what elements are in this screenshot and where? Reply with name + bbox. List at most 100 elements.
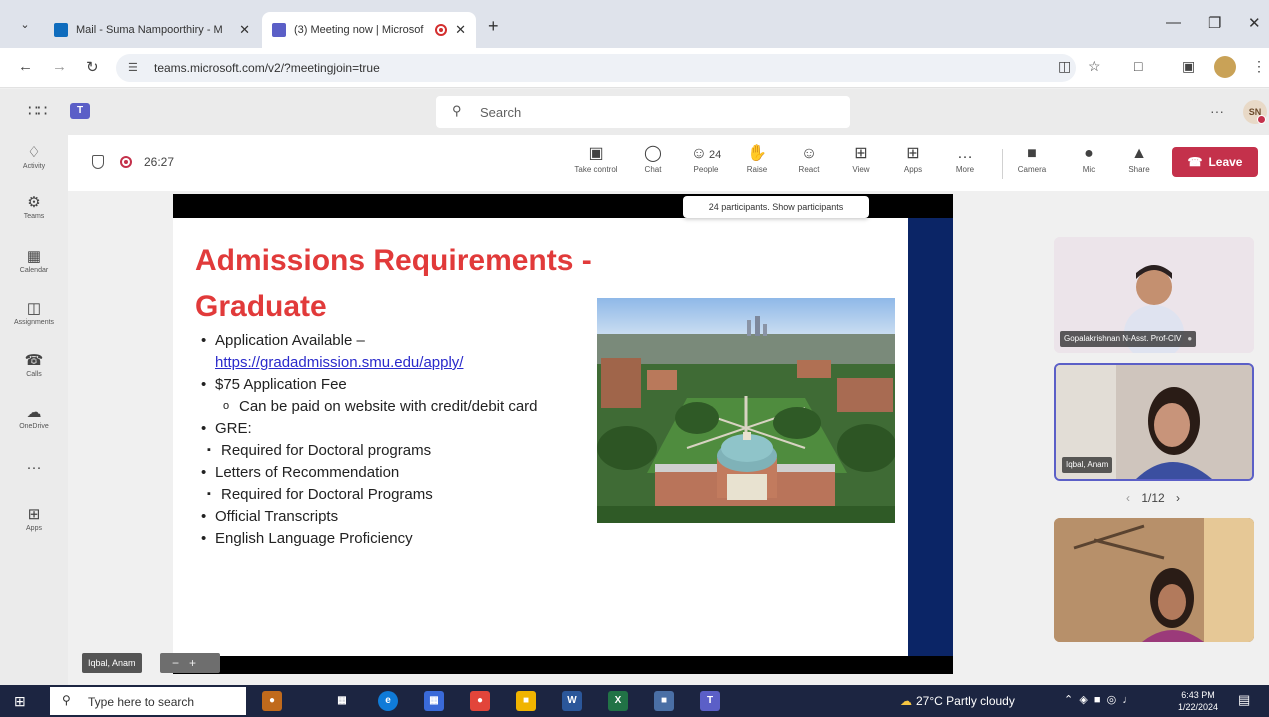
left-app-rail: ♢ Activity ⚙ Teams ▦ Calendar ◫ Assignme… [0, 135, 68, 685]
people-button[interactable]: ☺ 24 People [686, 143, 726, 174]
store-icon[interactable]: ▦ [424, 691, 444, 711]
excel-icon[interactable]: X [608, 691, 628, 711]
react-button[interactable]: ☺ React [794, 143, 824, 174]
smiley-icon: ☺ [800, 145, 818, 162]
bullet-item: • $75 Application Fee [201, 376, 347, 393]
close-tab-icon[interactable]: ✕ [239, 22, 250, 38]
participant-pager: ‹ 1/12 › [1126, 491, 1181, 505]
new-tab-button[interactable]: + [488, 16, 499, 37]
presence-badge [1257, 115, 1266, 124]
mic-off-icon: ● [1187, 334, 1193, 343]
app-launcher-icon[interactable]: ∷∷ [28, 101, 47, 121]
meeting-timer: 26:27 [144, 155, 175, 169]
more-options-icon[interactable]: ··· [1210, 103, 1224, 119]
bullet-link: https://gradadmission.smu.edu/apply/ [215, 354, 463, 371]
slide-bottom-border [173, 656, 953, 674]
file-explorer-icon[interactable]: ■ [516, 691, 536, 711]
rail-item-teams[interactable]: ⚙ Teams [0, 193, 68, 220]
url-field[interactable]: ☰ teams.microsoft.com/v2/?meetingjoin=tr… [116, 54, 1076, 82]
browser-profile-avatar[interactable] [1214, 56, 1236, 78]
restore-icon[interactable]: ❐ [1208, 14, 1221, 32]
meeting-stage: Admissions Requirements - Graduate • Appl… [68, 191, 1269, 685]
bullet-item: • Application Available – [201, 332, 365, 349]
participant-video [1054, 518, 1254, 642]
bookmark-star-icon[interactable]: ☆ [1088, 58, 1101, 75]
chrome-icon[interactable]: ● [470, 691, 490, 711]
apps-plus-icon: ⊞ [906, 145, 920, 162]
rail-item-apps[interactable]: ⊞ Apps [0, 505, 68, 532]
forward-icon[interactable]: → [52, 58, 67, 75]
participant-tile[interactable] [1054, 518, 1254, 642]
word-icon[interactable]: W [562, 691, 582, 711]
people-icon: ☺ [690, 145, 708, 162]
close-window-icon[interactable]: ✕ [1248, 14, 1261, 32]
take-control-button[interactable]: ▣ Take control [566, 143, 626, 174]
close-tab-icon[interactable]: ✕ [455, 22, 466, 38]
more-button[interactable]: … More [950, 143, 980, 174]
back-icon[interactable]: ← [18, 58, 33, 75]
raise-hand-button[interactable]: ✋ Raise [742, 143, 772, 174]
windows-start-icon[interactable]: ⊞ [14, 693, 26, 710]
reload-icon[interactable]: ↻ [86, 58, 99, 76]
browser-menu-icon[interactable]: ⋮ [1252, 58, 1266, 75]
bullet-item: • Official Transcripts [201, 508, 339, 525]
meeting-toolbar: 26:27 ▣ Take control ◯ Chat ☺ 24 People ✋… [68, 135, 1269, 191]
share-button[interactable]: ▲ Share [1124, 143, 1154, 174]
task-view-icon[interactable]: ▦ [332, 691, 352, 711]
sub-bullet-item: ▪ Required for Doctoral programs [207, 442, 432, 459]
campus-aerial-photo [597, 298, 895, 523]
teams-logo: T [70, 103, 90, 119]
rail-item-more[interactable]: ··· [0, 459, 68, 476]
weather-widget[interactable]: ☁ 27°C Partly cloudy [900, 694, 1015, 708]
rail-item-onedrive[interactable]: ☁ OneDrive [0, 403, 68, 430]
view-button[interactable]: ⊞ View [846, 143, 876, 174]
chat-button[interactable]: ◯ Chat [638, 143, 668, 174]
zoom-controls[interactable]: − + [160, 653, 220, 673]
next-page-icon[interactable]: › [1176, 491, 1180, 505]
apps-button[interactable]: ⊞ Apps [898, 143, 928, 174]
teams-icon [272, 23, 286, 37]
rail-item-activity[interactable]: ♢ Activity [0, 143, 68, 170]
browser-tab-mail[interactable]: Mail - Suma Nampoorthiry - M ✕ [44, 12, 260, 48]
site-settings-icon[interactable]: ☰ [128, 61, 138, 74]
taskbar-clock[interactable]: 6:43 PM 1/22/2024 [1170, 689, 1226, 713]
backpack-icon: ◫ [26, 300, 42, 317]
phone-icon: ☎ [24, 352, 44, 369]
speaker-name-chip: Iqbal, Anam [82, 653, 142, 673]
rail-item-calendar[interactable]: ▦ Calendar [0, 247, 68, 274]
cast-icon[interactable]: ◫ [1058, 58, 1071, 75]
participant-tile-active-speaker[interactable]: Iqbal, Anam [1054, 363, 1254, 481]
rail-item-assignments[interactable]: ◫ Assignments [0, 299, 68, 326]
edge-icon[interactable]: e [378, 691, 398, 711]
browser-tab-teams[interactable]: (3) Meeting now | Microsof ✕ [262, 12, 476, 48]
windows-taskbar: ⊞ ⚲ Type here to search ● ▦ e ▦ ● ■ W X … [0, 685, 1269, 717]
camera-button[interactable]: ■ Camera [1014, 143, 1050, 174]
sidebar-icon[interactable]: ▣ [1182, 58, 1195, 75]
system-tray[interactable]: ⌃ ◈ ■ ◎ ♩ [1064, 693, 1133, 706]
recording-icon [120, 156, 132, 168]
tab-search-dropdown-icon[interactable]: ⌄ [14, 14, 36, 36]
teams-icon[interactable]: T [700, 691, 720, 711]
search-icon: ⚲ [62, 693, 71, 707]
browser-tab-strip: ⌄ Mail - Suma Nampoorthiry - M ✕ (3) Mee… [0, 0, 1269, 48]
minimize-icon[interactable]: — [1166, 14, 1181, 31]
apply-link[interactable]: https://gradadmission.smu.edu/apply/ [215, 354, 463, 371]
mic-button[interactable]: ● Mic [1074, 143, 1104, 174]
more-icon: … [957, 145, 973, 162]
taskbar-search[interactable]: ⚲ Type here to search [50, 687, 246, 715]
extensions-icon[interactable]: □ [1134, 58, 1142, 74]
outlook-icon [54, 23, 68, 37]
news-widget-icon[interactable]: ● [262, 691, 282, 711]
teams-search-box[interactable]: ⚲ [436, 96, 850, 128]
search-input[interactable] [480, 102, 820, 122]
hang-up-icon: ☎ [1187, 155, 1203, 169]
participant-tile[interactable]: Gopalakrishnan N-Asst. Prof-CIV ● [1054, 237, 1254, 353]
leave-button[interactable]: ☎ Leave [1172, 147, 1258, 177]
app-icon[interactable]: ■ [654, 691, 674, 711]
notification-icon[interactable]: ▤ [1238, 692, 1250, 708]
cloud-icon: ☁ [26, 404, 42, 421]
shield-icon[interactable] [92, 155, 104, 169]
share-icon: ▲ [1131, 145, 1147, 162]
prev-page-icon[interactable]: ‹ [1126, 491, 1130, 505]
rail-item-calls[interactable]: ☎ Calls [0, 351, 68, 378]
